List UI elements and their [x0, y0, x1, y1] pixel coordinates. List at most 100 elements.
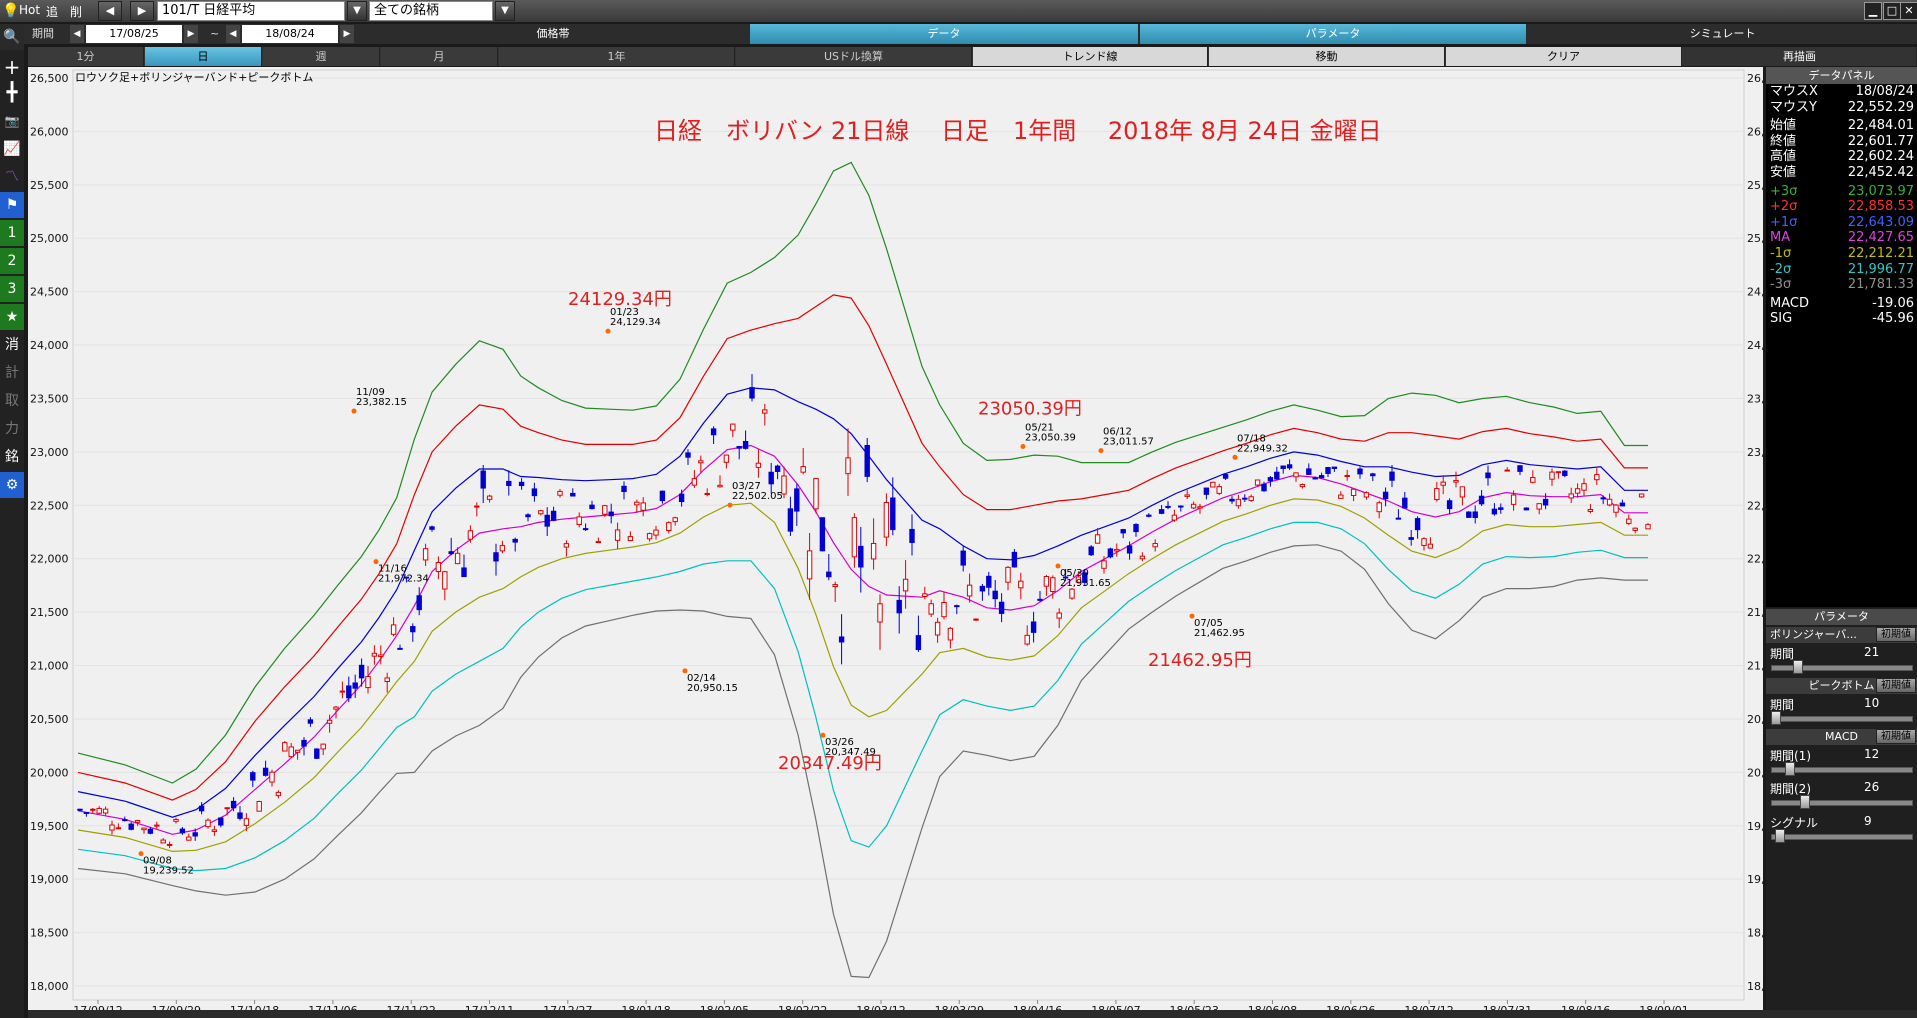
m-p1-value: 12 [1864, 747, 1880, 761]
candle-body [499, 545, 506, 552]
candle-body [819, 517, 826, 552]
candle-body [358, 664, 365, 679]
filter-field[interactable]: 全ての銘柄 [369, 1, 493, 21]
maximize-button[interactable]: □ [1883, 2, 1901, 20]
data-panel-key: 高値 [1770, 149, 1797, 165]
tab-monthly[interactable]: 月 [381, 47, 498, 66]
search-icon[interactable]: 🔍 [0, 24, 24, 50]
tab-1year[interactable]: 1年 [499, 47, 735, 66]
m-p2-slider[interactable] [1771, 800, 1913, 806]
m-sig-slider[interactable] [1771, 834, 1913, 840]
chart-purple-icon[interactable]: 〽 [0, 164, 24, 190]
bottom-scroll-strip[interactable] [28, 1010, 1917, 1018]
chart-area[interactable]: 26,500 26,500 26,000 26,000 25,500 25,500 25,0… [28, 67, 1763, 1018]
tab-redraw[interactable]: 再描画 [1683, 47, 1917, 66]
candle-body [595, 541, 602, 544]
close-button[interactable]: ✕ [1900, 2, 1917, 20]
next-button[interactable]: ▶ [130, 1, 154, 21]
m-sig-knob[interactable] [1775, 829, 1785, 843]
candle-body [237, 812, 243, 819]
trade-button[interactable]: 取 [0, 388, 24, 414]
symbol-field[interactable]: 101/T 日経平均 [157, 1, 345, 21]
bollinger-reset-button[interactable]: 初期値 [1876, 627, 1916, 642]
symbol-dropdown-button[interactable]: ▼ [347, 1, 367, 21]
candle-body [1318, 475, 1325, 479]
pb-period-slider[interactable] [1771, 716, 1913, 722]
filter-dropdown-button[interactable]: ▼ [495, 1, 515, 21]
to-date-field[interactable]: 18/08/24 [242, 25, 338, 43]
peakbottom-reset-button[interactable]: 初期値 [1876, 678, 1916, 693]
to-prev-button[interactable]: ◀ [226, 25, 240, 43]
gear-icon[interactable]: ⚙ [0, 472, 24, 498]
candle-body [371, 652, 378, 657]
tab-parameters[interactable]: パラメータ [1140, 24, 1526, 44]
tab-daily[interactable]: 日 [145, 47, 262, 66]
data-panel-key: マウスX [1770, 84, 1818, 99]
data-panel-key: +1σ [1770, 214, 1798, 230]
camera-icon[interactable]: 📷 [0, 108, 24, 134]
candle-body [384, 677, 390, 682]
candle-body [1619, 502, 1626, 507]
y-tick-label: 18,000 [1747, 980, 1763, 993]
chart-title: 日経 ボリバン 21日線 日足 1年間 2018年 8月 24日 金曜日 [654, 117, 1382, 145]
calc-button[interactable]: 計 [0, 360, 24, 386]
candle-body [1594, 474, 1600, 481]
tab-data[interactable]: データ [750, 24, 1138, 44]
lightbulb-icon[interactable]: 💡 [2, 2, 19, 20]
force-button[interactable]: 力 [0, 416, 24, 442]
tab-move[interactable]: 移動 [1209, 47, 1445, 66]
from-prev-button[interactable]: ◀ [70, 25, 84, 43]
layout-2-button[interactable]: 2 [0, 248, 24, 274]
add-button[interactable]: 追 [46, 3, 58, 20]
prev-button[interactable]: ◀ [98, 1, 122, 21]
candle-body [1158, 509, 1165, 514]
y-tick-label: 25,000 [30, 232, 69, 245]
candle-body [1248, 496, 1254, 501]
candle-body [461, 567, 467, 578]
candle-body [653, 529, 659, 536]
from-next-button[interactable]: ▶ [184, 25, 198, 43]
candle-body [1203, 487, 1210, 495]
b-period-knob[interactable] [1793, 660, 1803, 674]
delete-button[interactable]: 削 [70, 3, 82, 20]
candle-body [1267, 477, 1274, 482]
layout-3-button[interactable]: 3 [0, 276, 24, 302]
tab-simulate[interactable]: シミュレート [1528, 24, 1917, 44]
tab-price-band[interactable]: 価格帯 [358, 24, 748, 44]
layout-1-button[interactable]: 1 [0, 220, 24, 246]
split-icon[interactable]: ╋ [0, 80, 24, 106]
star-icon[interactable]: ★ [0, 304, 24, 330]
flag-icon[interactable]: ⚑ [0, 192, 24, 218]
macd-reset-button[interactable]: 初期値 [1876, 729, 1916, 744]
candle-body [1587, 509, 1594, 512]
candle-body [966, 584, 973, 597]
candle-body [1030, 621, 1037, 633]
crosshair-icon[interactable]: + [0, 54, 24, 80]
pb-period-knob[interactable] [1771, 711, 1781, 725]
erase-button[interactable]: 消 [0, 332, 24, 358]
to-next-button[interactable]: ▶ [340, 25, 354, 43]
candle-body [1120, 529, 1126, 534]
tab-weekly[interactable]: 週 [263, 47, 380, 66]
candle-body [218, 817, 224, 826]
brand-button[interactable]: 銘 [0, 444, 24, 470]
m-p1-knob[interactable] [1785, 762, 1795, 776]
candle-body [1146, 514, 1152, 517]
tab-usd-convert[interactable]: USドル換算 [736, 47, 972, 66]
candle-body [282, 742, 288, 752]
chart-svg[interactable]: 26,500 26,500 26,000 26,000 25,500 25,500 25,0… [28, 67, 1763, 1018]
hot-button[interactable]: Hot [19, 3, 40, 17]
y-tick-label: 22,500 [30, 499, 69, 512]
candle-body [224, 807, 230, 810]
candle-body [339, 690, 346, 693]
chart-red-icon[interactable]: 📈 [0, 136, 24, 162]
minimize-button[interactable]: ▁ [1864, 2, 1882, 20]
m-p2-knob[interactable] [1800, 795, 1810, 809]
tab-trendline[interactable]: トレンド線 [973, 47, 1208, 66]
from-date-field[interactable]: 17/08/25 [86, 25, 182, 43]
tab-1min[interactable]: 1分 [28, 47, 144, 66]
candle-body [1165, 505, 1171, 508]
data-panel-value: 21,996.77 [1847, 261, 1914, 277]
candle-body [122, 819, 128, 822]
tab-clear[interactable]: クリア [1446, 47, 1682, 66]
